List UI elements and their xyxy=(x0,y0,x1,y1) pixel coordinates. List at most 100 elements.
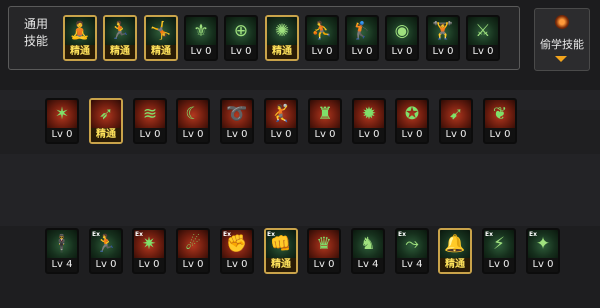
steal-orb-icon xyxy=(555,15,569,29)
skill-level-label: 精通 xyxy=(105,45,135,59)
standing-warrior-icon: 🕴 xyxy=(51,233,73,254)
skill-level-label: Lv 0 xyxy=(441,128,471,142)
skill-level-label: 精通 xyxy=(440,258,470,272)
skill-slot[interactable]: ✹ Lv 0 xyxy=(352,98,386,144)
skill-slot[interactable]: ≋ Lv 0 xyxy=(133,98,167,144)
skill-level-label: Lv 0 xyxy=(222,258,252,272)
skill-level-label: Lv 0 xyxy=(307,45,337,59)
ex-badge: Ex xyxy=(529,231,537,238)
skill-slot[interactable]: ➹ Lv 0 xyxy=(439,98,473,144)
skill-slot[interactable]: 🏃 精通 xyxy=(103,15,137,61)
skill-slot[interactable]: 🏃 Ex Lv 0 xyxy=(89,228,123,274)
skill-level-label: Lv 0 xyxy=(310,128,340,142)
crescent-slash-icon: ☾ xyxy=(185,103,201,124)
flexing-figure-icon: 🏋 xyxy=(432,20,454,41)
skill-slot[interactable]: ♛ Lv 0 xyxy=(307,228,341,274)
empty-row-band xyxy=(0,154,600,226)
skill-level-label: 精通 xyxy=(146,45,176,59)
skill-slot[interactable]: 👊 Ex 精通 xyxy=(264,228,298,274)
skill-slot[interactable]: ✺ 精通 xyxy=(265,15,299,61)
skill-slot[interactable]: ♜ Lv 0 xyxy=(308,98,342,144)
armored-torso-icon: ♜ xyxy=(317,103,333,124)
skill-level-label: Lv 0 xyxy=(397,128,427,142)
skill-slot[interactable]: ➶ 精通 xyxy=(89,98,123,144)
skill-level-label: Lv 0 xyxy=(354,128,384,142)
steal-skills-button[interactable]: 偷学技能 xyxy=(534,8,590,71)
skill-slot[interactable]: ☄ Lv 0 xyxy=(176,228,210,274)
whirlwind-figure-icon: ✪ xyxy=(404,103,420,124)
skill-slot[interactable]: 🤸 精通 xyxy=(144,15,178,61)
skill-level-label: Lv 0 xyxy=(134,258,164,272)
ex-badge: Ex xyxy=(92,231,100,238)
skill-level-label: 精通 xyxy=(266,258,296,272)
bell-shield-icon: 🔔 xyxy=(444,233,466,254)
aim-figure-icon: 🏌 xyxy=(351,20,373,41)
skill-slot[interactable]: 🧘 精通 xyxy=(63,15,97,61)
skill-slot[interactable]: ❦ Lv 0 xyxy=(483,98,517,144)
skill-slot[interactable]: ♞ Lv 4 xyxy=(351,228,385,274)
kick-figure-icon: ⛹ xyxy=(311,20,333,41)
skill-slot[interactable]: ⚜ Lv 0 xyxy=(184,15,218,61)
skill-slot[interactable]: ➰ Lv 0 xyxy=(220,98,254,144)
skill-slot[interactable]: 🤾 Lv 0 xyxy=(264,98,298,144)
skill-level-label: Lv 0 xyxy=(387,45,417,59)
common-skills-label: 通用 技能 xyxy=(23,17,48,48)
running-kick-icon: 🤸 xyxy=(150,20,172,41)
skill-slot[interactable]: ✦ Ex Lv 0 xyxy=(526,228,560,274)
skill-level-label: Lv 0 xyxy=(135,128,165,142)
skill-level-label: Lv 4 xyxy=(353,258,383,272)
skill-level-label: Lv 0 xyxy=(266,128,296,142)
crouching-figure-icon: 🏃 xyxy=(109,20,131,41)
skill-level-label: Lv 0 xyxy=(485,128,515,142)
claw-slash-icon: ✶ xyxy=(54,103,70,124)
skill-level-label: Lv 0 xyxy=(178,128,208,142)
ex-badge: Ex xyxy=(223,231,231,238)
skill-level-label: Lv 4 xyxy=(397,258,427,272)
seated-figure-icon: 🧘 xyxy=(69,20,91,41)
skill-slot[interactable]: ☾ Lv 0 xyxy=(176,98,210,144)
skill-slot[interactable]: ⤳ Ex Lv 4 xyxy=(395,228,429,274)
skill-slot[interactable]: ⊕ Lv 0 xyxy=(224,15,258,61)
target-burst-icon: ✺ xyxy=(274,20,290,41)
skill-slot[interactable]: 🏌 Lv 0 xyxy=(345,15,379,61)
skill-level-label: Lv 0 xyxy=(226,45,256,59)
ex-badge: Ex xyxy=(485,231,493,238)
leap-figure-icon: 🤾 xyxy=(270,103,292,124)
crosshair-icon: ⊕ xyxy=(233,20,249,41)
sword-figure-icon: ⚔ xyxy=(475,20,491,41)
steal-skills-label: 偷学技能 xyxy=(540,38,584,51)
skill-level-label: Lv 0 xyxy=(484,258,514,272)
ex-badge: Ex xyxy=(135,231,143,238)
skill-slot[interactable]: ✶ Lv 0 xyxy=(45,98,79,144)
skill-level-label: 精通 xyxy=(267,45,297,59)
eye-ring-icon: ◉ xyxy=(394,20,410,41)
skill-slot[interactable]: 🏋 Lv 0 xyxy=(426,15,460,61)
skill-slot[interactable]: ⚔ Lv 0 xyxy=(466,15,500,61)
skill-level-label: Lv 0 xyxy=(428,45,458,59)
skill-level-label: Lv 0 xyxy=(468,45,498,59)
skill-level-label: Lv 0 xyxy=(528,258,558,272)
skill-slot[interactable]: ◉ Lv 0 xyxy=(385,15,419,61)
skill-level-label: Lv 0 xyxy=(186,45,216,59)
skill-level-label: Lv 0 xyxy=(178,258,208,272)
skill-slot[interactable]: ✷ Ex Lv 0 xyxy=(132,228,166,274)
beast-claw-icon: ❦ xyxy=(492,103,508,124)
muscle-torso-icon: ♞ xyxy=(360,233,376,254)
skill-level-label: Lv 0 xyxy=(91,258,121,272)
skill-level-label: 精通 xyxy=(91,128,121,142)
spiked-armor-icon: ♛ xyxy=(316,233,332,254)
skill-level-label: Lv 0 xyxy=(222,128,252,142)
wings-emblem-icon: ⚜ xyxy=(193,20,209,41)
skill-slot[interactable]: ⚡ Ex Lv 0 xyxy=(482,228,516,274)
skill-slot[interactable]: ✊ Ex Lv 0 xyxy=(220,228,254,274)
spiral-slash-icon: ➰ xyxy=(226,103,248,124)
skill-level-label: Lv 0 xyxy=(309,258,339,272)
ex-badge: Ex xyxy=(398,231,406,238)
skill-level-label: Lv 0 xyxy=(347,45,377,59)
ex-badge: Ex xyxy=(267,231,275,238)
skill-slot[interactable]: ⛹ Lv 0 xyxy=(305,15,339,61)
triangle-down-icon xyxy=(555,56,567,62)
skill-slot[interactable]: ✪ Lv 0 xyxy=(395,98,429,144)
skill-slot[interactable]: 🕴 Lv 4 xyxy=(45,228,79,274)
skill-slot[interactable]: 🔔 精通 xyxy=(438,228,472,274)
